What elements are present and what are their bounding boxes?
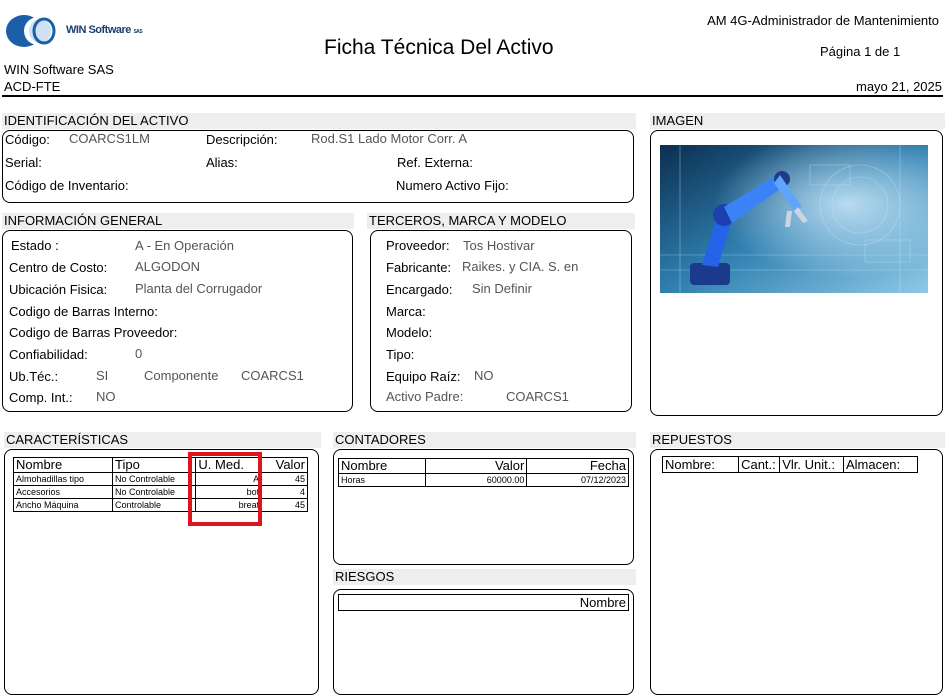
marca-label: Marca:: [386, 304, 426, 319]
col-nombre: Nombre: [579, 595, 626, 610]
robot-arm-icon: [660, 145, 928, 293]
col-almacen: Almacen:: [842, 456, 919, 473]
company-name: WIN Software SAS: [4, 62, 114, 77]
cell-nombre: Almohadillas tipo: [12, 472, 114, 486]
barras-interno-label: Codigo de Barras Interno:: [9, 304, 158, 319]
table-row: Accesorios No Controlable bot 4: [12, 485, 308, 499]
col-valor-unitario: Vlr. Unit.:: [779, 456, 844, 473]
caracteristicas-table: Nombre Tipo U. Med. Valor Almohadillas t…: [12, 457, 308, 512]
descripcion-value: Rod.S1 Lado Motor Corr. A: [311, 131, 468, 146]
table-row: Almohadillas tipo No Controlable A 45: [12, 472, 308, 486]
section-caracteristicas-title: CARACTERÍSTICAS: [4, 432, 321, 448]
page-title: Ficha Técnica Del Activo: [324, 36, 554, 59]
descripcion-label: Descripción:: [206, 132, 278, 147]
terceros-box: [370, 230, 632, 412]
fabricante-label: Fabricante:: [386, 260, 452, 275]
cell-tipo: No Controlable: [112, 485, 197, 499]
logo-text: WIN Software: [66, 24, 131, 36]
serial-label: Serial:: [5, 155, 42, 170]
compint-label: Comp. Int.:: [9, 390, 73, 405]
section-repuestos-title: REPUESTOS: [650, 432, 945, 448]
centro-costo-label: Centro de Costo:: [9, 260, 108, 275]
componente-value: COARCS1: [241, 368, 304, 383]
general-box: [2, 230, 353, 412]
col-tipo: Tipo: [112, 457, 197, 473]
tipo-label: Tipo:: [386, 347, 415, 362]
report-date: mayo 21, 2025: [855, 79, 942, 94]
table-header-row: Nombre Tipo U. Med. Valor: [12, 457, 308, 473]
ubicacion-value: Planta del Corrugador: [135, 281, 263, 296]
contadores-table: Nombre Valor Fecha Horas 60000.00 07/12/…: [338, 458, 629, 487]
confiabilidad-value: 0: [135, 346, 143, 361]
table-row: Ancho Máquina Controlable breat 45: [12, 498, 308, 512]
section-riesgos-title: RIESGOS: [333, 569, 636, 585]
cell-tipo: No Controlable: [112, 472, 197, 486]
alias-label: Alias:: [206, 155, 238, 170]
repuestos-table: Nombre: Cant.: Vlr. Unit.: Almacen:: [661, 456, 919, 473]
cell-tipo: Controlable: [112, 498, 197, 512]
cell-nombre: Horas: [338, 473, 426, 487]
col-nombre: Nombre:: [661, 456, 740, 473]
activo-fijo-label: Numero Activo Fijo:: [396, 178, 509, 193]
proveedor-value: Tos Hostivar: [463, 238, 535, 253]
equipo-raiz-label: Equipo Raíz:: [386, 369, 461, 384]
cell-nombre: Ancho Máquina: [12, 498, 114, 512]
proveedor-label: Proveedor:: [386, 238, 450, 253]
componente-label: Componente: [144, 368, 219, 383]
codigo-value: COARCS1LM: [69, 131, 150, 146]
report-code: ACD-FTE: [4, 79, 61, 94]
repuestos-box: [650, 449, 943, 695]
table-row: Horas 60000.00 07/12/2023: [338, 473, 629, 487]
cell-valor: 4: [261, 485, 308, 499]
ubtec-label: Ub.Téc.:: [9, 369, 59, 384]
table-header-row: Nombre Valor Fecha: [338, 458, 629, 474]
col-nombre: Nombre: [338, 458, 426, 474]
section-contadores-title: CONTADORES: [333, 432, 636, 448]
module-name: AM 4G-Administrador de Mantenimiento: [707, 13, 939, 28]
encargado-value: Sin Definir: [472, 281, 532, 296]
page-number: Página 1 de 1: [820, 44, 901, 59]
equipo-raiz-value: NO: [474, 368, 494, 383]
cell-nombre: Accesorios: [12, 485, 114, 499]
estado-label: Estado :: [11, 238, 59, 253]
activo-padre-label: Activo Padre:: [386, 389, 464, 404]
confiabilidad-label: Confiabilidad:: [9, 347, 88, 362]
section-general-title: INFORMACIÓN GENERAL: [2, 213, 354, 229]
section-imagen-title: IMAGEN: [650, 113, 945, 129]
centro-costo-value: ALGODON: [135, 259, 201, 274]
encargado-label: Encargado:: [386, 282, 453, 297]
logo-suffix: SAS: [133, 29, 143, 35]
section-terceros-title: TERCEROS, MARCA Y MODELO: [367, 213, 635, 229]
logo-icon: [6, 15, 56, 47]
cell-fecha: 07/12/2023: [526, 473, 629, 487]
section-identificacion-title: IDENTIFICACIÓN DEL ACTIVO: [2, 113, 636, 129]
ref-externa-label: Ref. Externa:: [397, 155, 473, 170]
cell-valor: 60000.00: [424, 473, 528, 487]
col-valor: Valor: [261, 457, 308, 473]
fabricante-value: Raikes. y CIA. S. en: [462, 259, 579, 274]
cell-valor: 45: [261, 472, 308, 486]
umed-highlight: [188, 452, 262, 526]
table-header-row: Nombre: Cant.: Vlr. Unit.: Almacen:: [661, 456, 919, 473]
inventario-label: Código de Inventario:: [5, 178, 129, 193]
barras-proveedor-label: Codigo de Barras Proveedor:: [9, 325, 178, 340]
col-fecha: Fecha: [526, 458, 629, 474]
compint-value: NO: [96, 389, 116, 404]
activo-padre-value: COARCS1: [506, 389, 569, 404]
estado-value: A - En Operación: [135, 238, 234, 253]
ubtec-value: SI: [96, 368, 109, 383]
codigo-label: Código:: [5, 132, 50, 147]
col-cantidad: Cant.:: [738, 456, 781, 473]
col-nombre: Nombre: [12, 457, 114, 473]
modelo-label: Modelo:: [386, 325, 433, 340]
riesgos-header: Nombre: [338, 594, 629, 611]
ubicacion-label: Ubicación Fisica:: [9, 282, 108, 297]
asset-image: [660, 145, 928, 293]
col-valor: Valor: [424, 458, 528, 474]
cell-valor: 45: [261, 498, 308, 512]
header-divider: [2, 95, 943, 97]
